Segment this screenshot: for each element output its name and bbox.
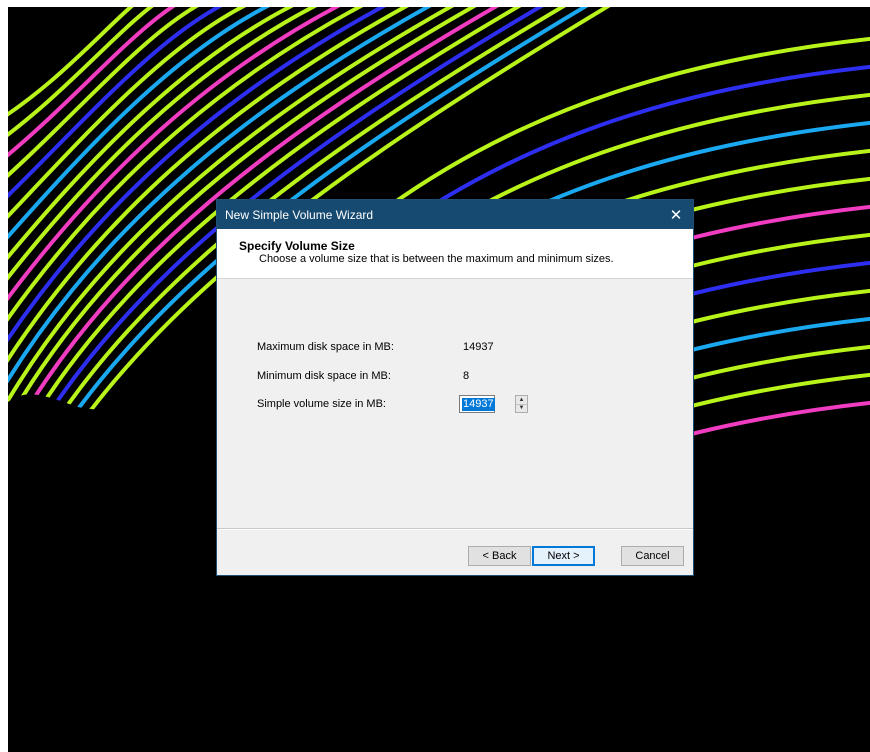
arrow-down-icon: ▼ — [518, 405, 525, 412]
volume-size-value: 14937 — [462, 398, 495, 411]
cancel-button[interactable]: Cancel — [621, 546, 684, 566]
wallpaper-line — [8, 7, 199, 178]
next-button[interactable]: Next > — [532, 546, 595, 566]
page-title: Specify Volume Size — [239, 239, 355, 253]
title-bar[interactable]: New Simple Volume Wizard ✕ — [217, 200, 693, 229]
volume-size-spinner[interactable]: ▲ ▼ — [515, 395, 528, 413]
volume-size-label: Simple volume size in MB: — [257, 398, 386, 410]
header-panel: Specify Volume Size Choose a volume size… — [217, 229, 693, 279]
volume-size-input[interactable]: 14937 — [459, 395, 495, 413]
desktop: New Simple Volume Wizard ✕ Specify Volum… — [8, 7, 870, 752]
max-space-label: Maximum disk space in MB: — [257, 341, 394, 353]
wallpaper-line — [386, 36, 870, 209]
min-space-value: 8 — [463, 370, 470, 382]
wizard-dialog: New Simple Volume Wizard ✕ Specify Volum… — [216, 199, 694, 576]
back-button[interactable]: < Back — [468, 546, 531, 566]
spin-down-button[interactable]: ▼ — [516, 405, 527, 413]
max-space-value: 14937 — [463, 341, 494, 353]
close-icon: ✕ — [669, 206, 683, 224]
page-description: Choose a volume size that is between the… — [259, 253, 614, 265]
min-space-label: Minimum disk space in MB: — [257, 370, 391, 382]
wallpaper-shadow — [8, 577, 870, 752]
window-title: New Simple Volume Wizard — [225, 208, 374, 222]
footer-divider — [217, 528, 693, 530]
close-button[interactable]: ✕ — [659, 200, 693, 229]
spin-up-button[interactable]: ▲ — [516, 396, 527, 405]
arrow-up-icon: ▲ — [518, 396, 525, 403]
